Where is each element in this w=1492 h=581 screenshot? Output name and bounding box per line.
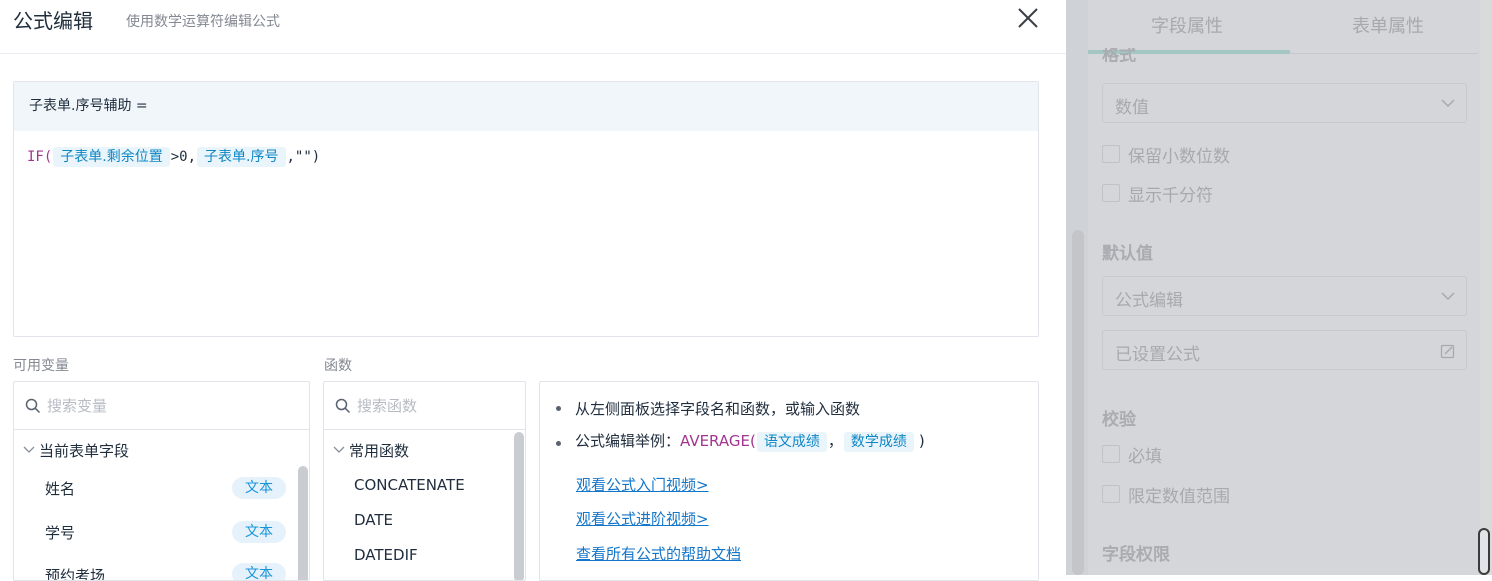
field-permission-label: 字段权限 <box>1102 545 1170 565</box>
variable-item-name[interactable]: 姓名 <box>45 478 75 499</box>
validation-label: 校验 <box>1102 410 1136 430</box>
format-select[interactable]: 数值 <box>1102 83 1467 123</box>
formula-tail: ,"") <box>286 149 321 165</box>
link-intro-video[interactable]: 观看公式入门视频> <box>576 474 709 495</box>
function-item-datedif[interactable]: DATEDIF <box>354 546 418 564</box>
example-field-token: 数学成绩 <box>843 432 914 452</box>
format-label: 格式 <box>1102 48 1136 62</box>
formula-function: IF( <box>27 149 53 165</box>
field-properties-panel: 字段属性 表单属性 格式 数值 保留小数位数 显示千分符 默认值 公式编辑 已设… <box>1088 0 1492 575</box>
header-divider <box>0 53 1066 54</box>
example-field-token: 语文成绩 <box>756 432 827 452</box>
help-tip-select: 从左侧面板选择字段名和函数，或输入函数 <box>575 400 861 418</box>
functions-label: 函数 <box>324 358 352 374</box>
formula-editor-dialog: 公式编辑 使用数学运算符编辑公式 子表单.序号辅助 = IF(子表单.剩余位置 >… <box>0 0 1066 581</box>
function-search <box>324 382 525 430</box>
target-field-label: 子表单.序号辅助 = <box>14 82 1038 131</box>
example-separator: ， <box>827 432 843 450</box>
default-value-select[interactable]: 公式编辑 <box>1102 276 1467 316</box>
checkbox-label: 必填 <box>1128 447 1162 467</box>
field-type-badge: 文本 <box>232 477 286 499</box>
formula-operator: >0, <box>170 149 197 165</box>
checkbox-label: 保留小数位数 <box>1128 147 1230 167</box>
variable-search-input[interactable] <box>47 394 267 418</box>
tab-field-properties[interactable]: 字段属性 <box>1151 12 1223 38</box>
tab-form-properties[interactable]: 表单属性 <box>1352 12 1424 38</box>
variables-panel: 当前表单字段 姓名 文本 学号 文本 预约考场 文本 <box>13 381 310 581</box>
dialog-title: 公式编辑 <box>13 9 93 33</box>
bullet <box>556 441 561 446</box>
checkbox-box[interactable] <box>1102 145 1120 163</box>
function-search-input[interactable] <box>357 394 507 418</box>
formula-input[interactable]: IF(子表单.剩余位置 >0, 子表单.序号 ,"") <box>14 131 1038 169</box>
field-type-badge: 文本 <box>232 521 286 543</box>
chevron-down-icon <box>1441 99 1455 108</box>
formula-editor[interactable]: 子表单.序号辅助 = IF(子表单.剩余位置 >0, 子表单.序号 ,"") <box>13 81 1039 337</box>
formula-set-field[interactable]: 已设置公式 <box>1102 330 1467 370</box>
default-value-label: 默认值 <box>1102 244 1153 264</box>
panel-scrollbar[interactable] <box>1072 230 1084 575</box>
example-prefix: 公式编辑举例： <box>575 432 681 450</box>
window-edge <box>1480 0 1492 575</box>
chevron-down-icon <box>23 446 35 453</box>
link-advanced-video[interactable]: 观看公式进阶视频> <box>576 508 709 529</box>
variable-item-student-id[interactable]: 学号 <box>45 522 75 543</box>
formula-field-token[interactable]: 子表单.序号 <box>197 147 286 167</box>
formula-state-text: 已设置公式 <box>1115 345 1200 365</box>
checkbox-label: 显示千分符 <box>1128 186 1213 206</box>
chevron-down-icon <box>1441 292 1455 301</box>
link-help-docs[interactable]: 查看所有公式的帮助文档 <box>576 543 741 564</box>
dialog-subtitle: 使用数学运算符编辑公式 <box>126 14 280 30</box>
format-select-value: 数值 <box>1115 98 1149 118</box>
page-scrollbar-thumb[interactable] <box>1478 528 1490 575</box>
variables-scrollbar[interactable] <box>298 466 308 580</box>
checkbox-label: 限定数值范围 <box>1128 487 1230 507</box>
function-item-date[interactable]: DATE <box>354 511 393 529</box>
field-type-badge: 文本 <box>232 563 286 580</box>
chevron-down-icon <box>333 446 345 453</box>
help-panel: 从左侧面板选择字段名和函数，或输入函数 公式编辑举例：AVERAGE(语文成绩，… <box>539 381 1039 581</box>
function-item-concatenate[interactable]: CONCATENATE <box>354 476 465 494</box>
variable-item-exam-room[interactable]: 预约考场 <box>45 565 105 580</box>
functions-scrollbar[interactable] <box>514 432 524 580</box>
search-icon <box>335 398 351 414</box>
help-tip-example: 公式编辑举例：AVERAGE(语文成绩，数学成绩) <box>575 430 925 452</box>
close-icon[interactable] <box>1012 2 1044 34</box>
edit-icon[interactable] <box>1440 343 1456 359</box>
search-icon <box>25 398 41 414</box>
bullet <box>556 406 561 411</box>
function-group-label: 常用函数 <box>349 442 410 460</box>
variable-group-label: 当前表单字段 <box>39 442 130 460</box>
checkbox-box[interactable] <box>1102 445 1120 463</box>
example-function: AVERAGE( <box>680 432 756 450</box>
checkbox-box[interactable] <box>1102 485 1120 503</box>
example-close: ) <box>918 432 925 450</box>
formula-field-token[interactable]: 子表单.剩余位置 <box>53 147 170 167</box>
variables-label: 可用变量 <box>13 358 69 374</box>
default-select-value: 公式编辑 <box>1115 291 1183 311</box>
variable-search <box>14 382 309 430</box>
functions-panel: 常用函数 CONCATENATE DATE DATEDIF <box>323 381 526 581</box>
checkbox-box[interactable] <box>1102 184 1120 202</box>
